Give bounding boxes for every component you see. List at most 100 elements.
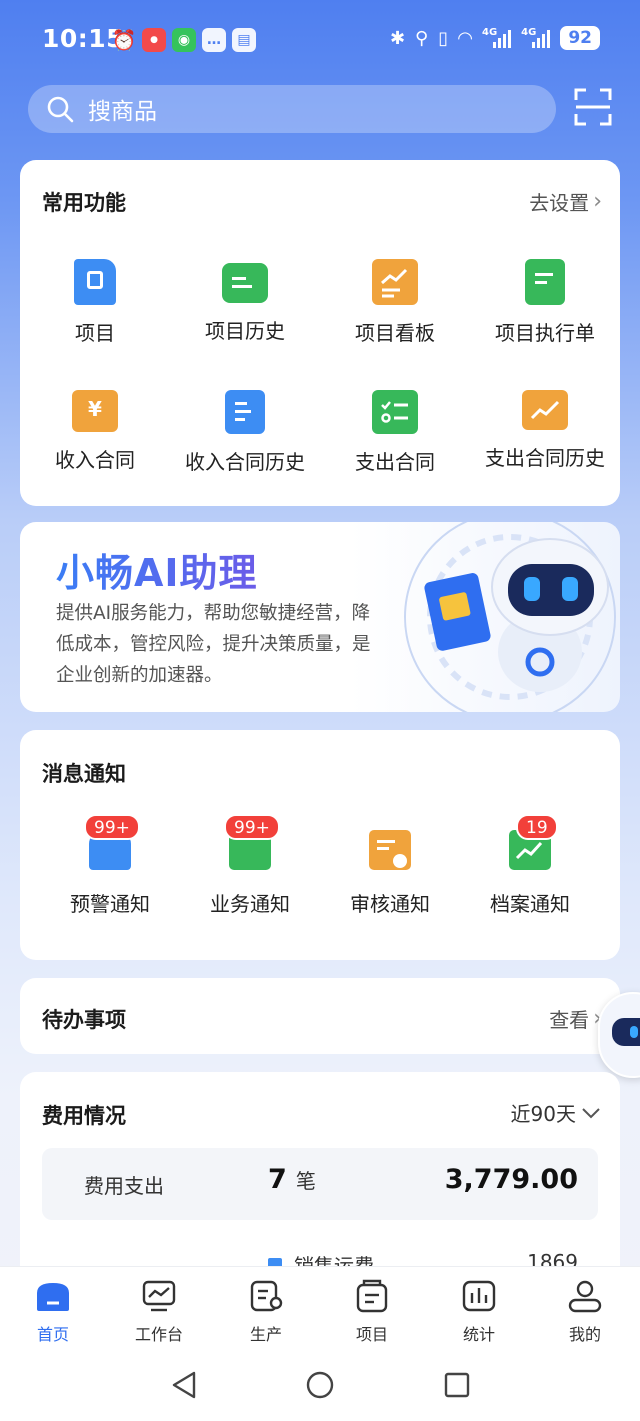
- tab-production[interactable]: 生产: [221, 1279, 311, 1345]
- robot-face-icon: [612, 1018, 640, 1046]
- income-contract-icon: ¥: [72, 390, 118, 432]
- todo-view-link[interactable]: 查看 ›: [549, 1004, 602, 1033]
- expense-count-unit: 笔: [295, 1169, 316, 1193]
- notice-warning[interactable]: 99+ 预警通知: [40, 814, 180, 917]
- go-settings-link[interactable]: 去设置 ›: [529, 187, 602, 216]
- function-income-contract-history[interactable]: 收入合同历史: [170, 390, 320, 475]
- todo-title: 待办事项: [42, 1008, 126, 1032]
- range-selector[interactable]: 近90天: [511, 1098, 602, 1127]
- wifi-icon: ◠: [458, 27, 472, 49]
- notifications-title: 消息通知: [42, 762, 126, 786]
- production-icon: [250, 1280, 283, 1312]
- tab-label: 我的: [568, 1325, 601, 1344]
- ai-description: 提供AI服务能力，帮助您敏捷经营，降低成本，管控风险，提升决策质量，是企业创新的…: [56, 603, 371, 686]
- expense-count: 7 笔: [268, 1164, 316, 1195]
- function-income-contract[interactable]: ¥ 收入合同: [20, 390, 170, 473]
- home-icon: [37, 1283, 69, 1311]
- expense-summary-row[interactable]: 费用支出 7 笔 3,779.00: [42, 1148, 598, 1220]
- search-placeholder: 搜商品: [88, 99, 157, 125]
- status-bar: 10:15 ⏰ ● ◉ … ▤ ✱ ⚲ ▯ ◠ 4G 4G 92: [0, 0, 640, 78]
- tab-statistics[interactable]: 统计: [434, 1279, 524, 1345]
- function-label: 项目看板: [355, 321, 435, 345]
- workbench-icon: [142, 1280, 176, 1312]
- common-functions-card: 常用功能 去设置 › 项目 项目历史 项目看板 项目执行单 ¥ 收入合同 收入合…: [20, 160, 620, 506]
- signal-2-icon: 4G: [521, 27, 551, 48]
- recents-icon[interactable]: [443, 1371, 471, 1399]
- notice-badge: 99+: [84, 814, 140, 840]
- search-icon: [47, 96, 74, 123]
- notice-review[interactable]: 审核通知: [320, 830, 460, 917]
- project-history-icon: [222, 263, 268, 303]
- notice-label: 预警通知: [70, 892, 150, 916]
- tab-workbench[interactable]: 工作台: [114, 1279, 204, 1345]
- function-project[interactable]: 项目: [20, 259, 170, 346]
- go-settings-label: 去设置: [529, 191, 590, 215]
- tab-label: 工作台: [134, 1325, 183, 1344]
- expense-amount: 3,779.00: [444, 1164, 578, 1195]
- function-label: 项目执行单: [495, 321, 595, 345]
- tab-home[interactable]: 首页: [8, 1279, 98, 1345]
- notice-label: 档案通知: [490, 892, 570, 916]
- expense-contract-history-icon: [522, 390, 568, 430]
- back-icon[interactable]: [170, 1370, 198, 1400]
- status-right: ✱ ⚲ ▯ ◠ 4G 4G 92: [390, 26, 600, 50]
- home-button-icon[interactable]: [305, 1370, 335, 1400]
- battery-indicator: 92: [560, 26, 600, 50]
- project-board-icon: [372, 259, 418, 305]
- notice-business[interactable]: 99+ 业务通知: [180, 814, 320, 917]
- function-project-execution[interactable]: 项目执行单: [470, 259, 620, 346]
- floating-ai-button[interactable]: [598, 992, 640, 1078]
- notifications-card: 消息通知 99+ 预警通知 99+ 业务通知 审核通知 19 档案通知: [20, 730, 620, 960]
- expense-count-value: 7: [268, 1164, 287, 1195]
- tab-label: 项目: [355, 1325, 388, 1344]
- location-icon: ⚲: [415, 27, 429, 49]
- expense-card: 费用情况 近90天 费用支出 7 笔 3,779.00 销售运费 1869: [20, 1072, 620, 1292]
- range-label: 近90天: [510, 1102, 576, 1126]
- notice-archive[interactable]: 19 档案通知: [460, 814, 600, 917]
- ai-robot-illustration: [404, 522, 616, 712]
- expense-row-label: 费用支出: [84, 1174, 164, 1198]
- notice-badge: 19: [516, 814, 558, 840]
- function-expense-contract-history[interactable]: 支出合同历史: [470, 390, 620, 471]
- vibrate-icon: ▯: [438, 27, 449, 49]
- function-label: 项目历史: [205, 319, 285, 343]
- function-project-history[interactable]: 项目历史: [170, 259, 320, 344]
- chevron-down-icon: [582, 1107, 600, 1118]
- income-contract-history-icon: [225, 390, 265, 434]
- review-notice-icon: [369, 830, 411, 870]
- system-navigation-bar: [0, 1346, 640, 1421]
- scan-icon[interactable]: [574, 88, 612, 126]
- notice-badge: 99+: [224, 814, 280, 840]
- project-execution-icon: [525, 259, 565, 305]
- function-label: 支出合同: [355, 450, 435, 474]
- tab-project[interactable]: 项目: [327, 1279, 417, 1345]
- network-type-2: 4G: [521, 27, 537, 38]
- user-icon: [568, 1280, 602, 1313]
- ai-assistant-banner[interactable]: 小畅AI助理 提供AI服务能力，帮助您敏捷经营，降低成本，管控风险，提升决策质量…: [20, 522, 620, 712]
- function-label: 收入合同历史: [185, 450, 305, 474]
- tab-label: 首页: [36, 1325, 69, 1344]
- book-icon: ▤: [232, 28, 256, 52]
- bottom-tab-bar: 首页 工作台 生产 项目 统计 我的: [0, 1266, 640, 1346]
- signal-1-icon: 4G: [481, 27, 512, 48]
- message-icon: …: [202, 28, 226, 52]
- function-label: 支出合同历史: [485, 446, 605, 470]
- network-type-1: 4G: [481, 27, 498, 38]
- function-label: 收入合同: [55, 448, 135, 472]
- function-project-board[interactable]: 项目看板: [320, 259, 470, 346]
- project-icon: [74, 259, 116, 305]
- function-expense-contract[interactable]: 支出合同: [320, 390, 470, 475]
- search-bar[interactable]: 搜商品: [28, 85, 556, 133]
- todo-card[interactable]: 待办事项 查看 ›: [20, 978, 620, 1054]
- notification-icons: ⏰ ● ◉ … ▤: [112, 28, 256, 52]
- common-functions-title: 常用功能: [42, 191, 126, 215]
- tab-label: 生产: [249, 1325, 282, 1344]
- notice-label: 审核通知: [350, 892, 430, 916]
- tab-mine[interactable]: 我的: [540, 1279, 630, 1345]
- ai-title: 小畅AI助理: [56, 542, 258, 597]
- app-notification-icon: ●: [142, 28, 166, 52]
- notice-label: 业务通知: [210, 892, 290, 916]
- expense-contract-icon: [372, 390, 418, 434]
- wechat-icon: ◉: [172, 28, 196, 52]
- chevron-right-icon: ›: [593, 189, 602, 214]
